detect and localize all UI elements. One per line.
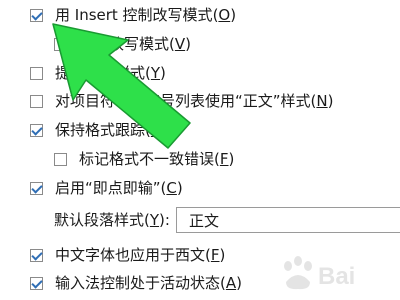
option-normal-style-for-lists-label: 对项目符号或编号列表使用“正文”样式 <box>55 92 311 110</box>
option-east-asian-font-for-latin-checkbox[interactable] <box>30 248 43 262</box>
option-insert-key-overtype-checkbox[interactable] <box>30 8 43 22</box>
option-keep-track-of-formatting-checkbox[interactable] <box>30 123 43 137</box>
default-paragraph-style-label: 默认段落样式 <box>54 211 145 229</box>
option-keep-track-of-formatting[interactable]: 保持格式跟踪(E) <box>30 119 166 141</box>
option-mark-formatting-inconsistencies-label: 标记格式不一致错误 <box>79 150 215 168</box>
option-keep-track-of-formatting-key: E <box>150 121 161 139</box>
option-prompt-update-style-label: 提示更新样式 <box>55 64 146 82</box>
option-insert-key-overtype[interactable]: 用 Insert 控制改写模式(O) <box>30 4 236 26</box>
option-use-overtype[interactable]: 使用改写模式(V) <box>54 33 191 55</box>
option-use-overtype-checkbox[interactable] <box>54 37 67 51</box>
option-enable-click-and-type-key: C <box>166 179 177 197</box>
option-mark-formatting-inconsistencies-checkbox[interactable] <box>54 152 67 166</box>
option-ime-control-active-checkbox[interactable] <box>30 276 43 290</box>
option-prompt-update-style-checkbox[interactable] <box>30 66 43 80</box>
option-prompt-update-style-key: Y <box>150 64 161 82</box>
option-normal-style-for-lists-key: N <box>316 92 328 110</box>
default-paragraph-style-field[interactable]: 正文 <box>176 207 400 233</box>
option-east-asian-font-for-latin-label: 中文字体也应用于西文 <box>55 246 206 264</box>
option-insert-key-overtype-key: O <box>218 6 231 24</box>
option-keep-track-of-formatting-label: 保持格式跟踪 <box>55 121 146 139</box>
default-paragraph-style-value: 正文 <box>189 211 220 230</box>
option-ime-control-active-label: 输入法控制处于活动状态 <box>55 274 221 292</box>
option-use-overtype-key: V <box>174 35 186 53</box>
default-paragraph-style-key: Y <box>149 211 160 229</box>
option-use-overtype-label: 使用改写模式 <box>79 35 170 53</box>
option-ime-control-active-key: A <box>225 274 237 292</box>
option-mark-formatting-inconsistencies[interactable]: 标记格式不一致错误(F) <box>54 148 234 170</box>
option-normal-style-for-lists[interactable]: 对项目符号或编号列表使用“正文”样式(N) <box>30 90 334 112</box>
option-normal-style-for-lists-checkbox[interactable] <box>30 94 43 108</box>
option-enable-click-and-type-checkbox[interactable] <box>30 181 43 195</box>
option-ime-control-active[interactable]: 输入法控制处于活动状态(A) <box>30 272 242 294</box>
option-mark-formatting-inconsistencies-key: F <box>219 150 229 168</box>
editing-options-panel: 用 Insert 控制改写模式(O) 使用改写模式(V) 提示更新样式(Y) 对… <box>0 0 400 300</box>
option-east-asian-font-for-latin[interactable]: 中文字体也应用于西文(F) <box>30 244 225 266</box>
option-prompt-update-style[interactable]: 提示更新样式(Y) <box>30 62 166 84</box>
default-paragraph-style-row: 默认段落样式(Y): <box>54 211 170 229</box>
option-east-asian-font-for-latin-key: F <box>210 246 220 264</box>
option-enable-click-and-type[interactable]: 启用“即点即输”(C) <box>30 177 183 199</box>
option-enable-click-and-type-label: 启用“即点即输” <box>55 179 161 197</box>
option-insert-key-overtype-label: 用 Insert 控制改写模式 <box>55 6 213 24</box>
